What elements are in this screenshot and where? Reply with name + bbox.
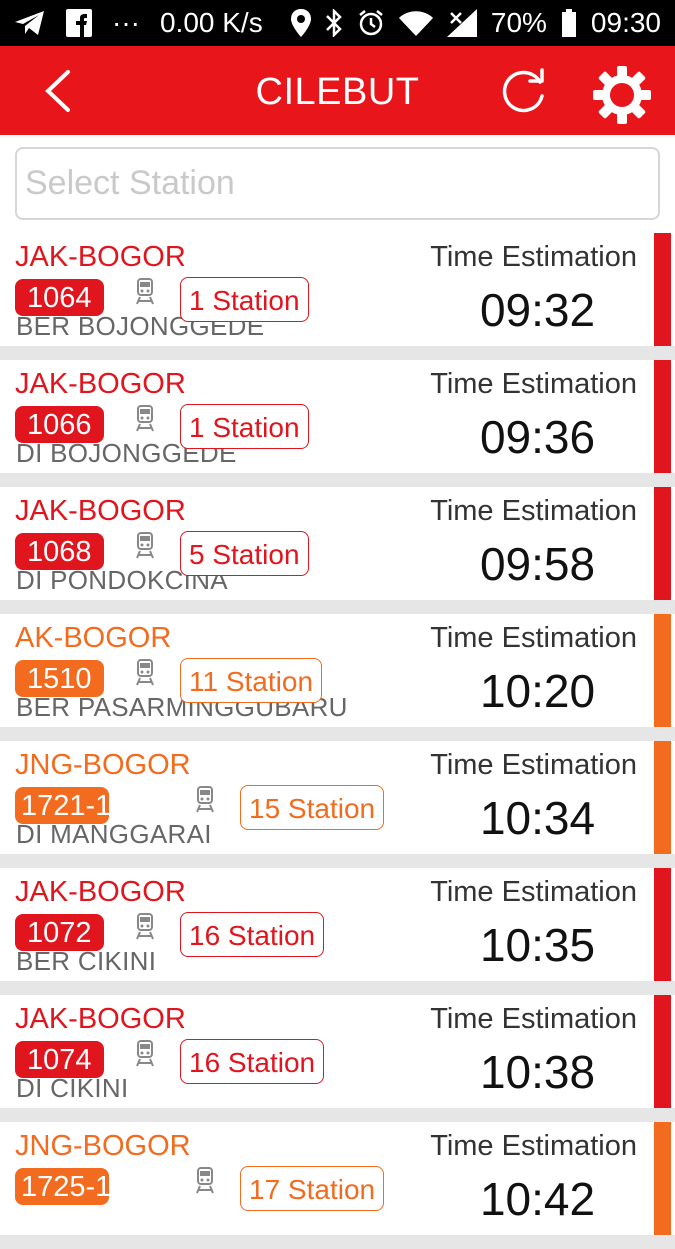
time-estimation-label: Time Estimation [430,1130,637,1162]
train-icon [135,404,155,432]
time-estimation-label: Time Estimation [430,622,637,654]
station-count-badge: 17 Station [240,1166,385,1211]
train-icon [135,277,155,305]
time-estimation-label: Time Estimation [430,1003,637,1035]
schedule-row[interactable]: JAK-BOGOR BER BOJONGGEDE 1064 1 Station Time… [0,233,675,360]
route-name: JAK-BOGOR [15,495,186,527]
schedule-row[interactable]: JAK-BOGOR DI CIKINI 1074 16 Station Time Est… [0,995,675,1122]
time-estimation-label: Time Estimation [430,368,637,400]
train-icon [135,531,155,559]
time-estimation-label: Time Estimation [430,241,637,273]
network-speed: 0.00 K/s [159,7,263,38]
train-icon [135,658,155,686]
estimated-time: 10:35 [479,919,596,971]
station-count-badge: 16 Station [180,912,325,957]
station-count-badge: 5 Station [180,531,309,576]
train-number-badge: 1721-1 [15,787,109,824]
station-count-badge: 16 Station [180,1039,325,1084]
train-number-badge: 1074 [15,1041,104,1078]
station-count-badge: 15 Station [240,785,385,830]
estimated-time: 09:32 [479,284,596,336]
route-name: JNG-BOGOR [15,1130,191,1162]
estimated-time: 09:58 [479,538,596,590]
train-icon [135,1039,155,1067]
schedule-list: JAK-BOGOR BER BOJONGGEDE 1064 1 Station Time… [0,233,675,1249]
schedule-row[interactable]: JNG-BOGOR 1725-1 17 Station Time Estimation… [0,1122,675,1249]
route-color-bar [654,487,671,600]
status-bar: ··· 0.00 K/s 70% 09:30 [0,0,675,46]
estimated-time: 09:36 [479,411,596,463]
notification-dots: ··· [112,7,140,38]
train-number-badge: 1066 [15,406,104,443]
facebook-icon [66,9,92,37]
route-name: JAK-BOGOR [15,368,186,400]
battery-icon [561,9,577,37]
estimated-time: 10:20 [479,665,596,717]
wifi-icon [398,10,433,36]
route-name: JAK-BOGOR [15,1003,186,1035]
station-count-badge: 11 Station [180,658,323,703]
train-icon [195,1166,215,1194]
schedule-row[interactable]: JAK-BOGOR DI PONDOKCINA 1068 5 Station Time … [0,487,675,614]
station-count-badge: 1 Station [180,404,309,449]
route-color-bar [654,614,671,727]
schedule-row[interactable]: JAK-BOGOR DI BOJONGGEDE 1066 1 Station Time … [0,360,675,487]
status-clock: 09:30 [590,7,661,38]
route-color-bar [654,995,671,1108]
route-color-bar [654,360,671,473]
schedule-row[interactable]: JAK-BOGOR BER CIKINI 1072 16 Station Time Es… [0,868,675,995]
battery-percent: 70% [490,7,547,38]
route-color-bar [654,868,671,981]
gear-icon[interactable] [591,64,653,126]
bluetooth-icon [325,9,343,37]
route-name: JNG-BOGOR [15,749,191,781]
time-estimation-label: Time Estimation [430,749,637,781]
route-color-bar [654,1122,671,1235]
route-name: AK-BOGOR [15,622,172,654]
time-estimation-label: Time Estimation [430,876,637,908]
signal-icon [446,9,477,37]
telegram-icon [14,9,46,37]
station-count-badge: 1 Station [180,277,309,322]
train-number-badge: 1068 [15,533,104,570]
train-number-badge: 1064 [15,279,104,316]
schedule-row[interactable]: AK-BOGOR BER PASARMINGGUBARU 1510 11 Statio… [0,614,675,741]
select-station-input[interactable] [15,147,660,220]
train-icon [135,912,155,940]
train-number-badge: 1725-1 [15,1168,109,1205]
route-color-bar [654,741,671,854]
location-icon [290,9,311,37]
page-title: CILEBUT [255,71,420,113]
estimated-time: 10:38 [479,1046,596,1098]
estimated-time: 10:42 [479,1173,596,1225]
train-icon [195,785,215,813]
refresh-icon[interactable] [500,68,548,116]
time-estimation-label: Time Estimation [430,495,637,527]
train-number-badge: 1510 [15,660,104,697]
route-color-bar [654,233,671,346]
estimated-time: 10:34 [479,792,596,844]
train-number-badge: 1072 [15,914,104,951]
schedule-row[interactable]: JNG-BOGOR DI MANGGARAI 1721-1 15 Station Tim… [0,741,675,868]
route-name: JAK-BOGOR [15,241,186,273]
alarm-icon [357,9,385,37]
app-header: CILEBUT [0,46,675,135]
route-name: JAK-BOGOR [15,876,186,908]
